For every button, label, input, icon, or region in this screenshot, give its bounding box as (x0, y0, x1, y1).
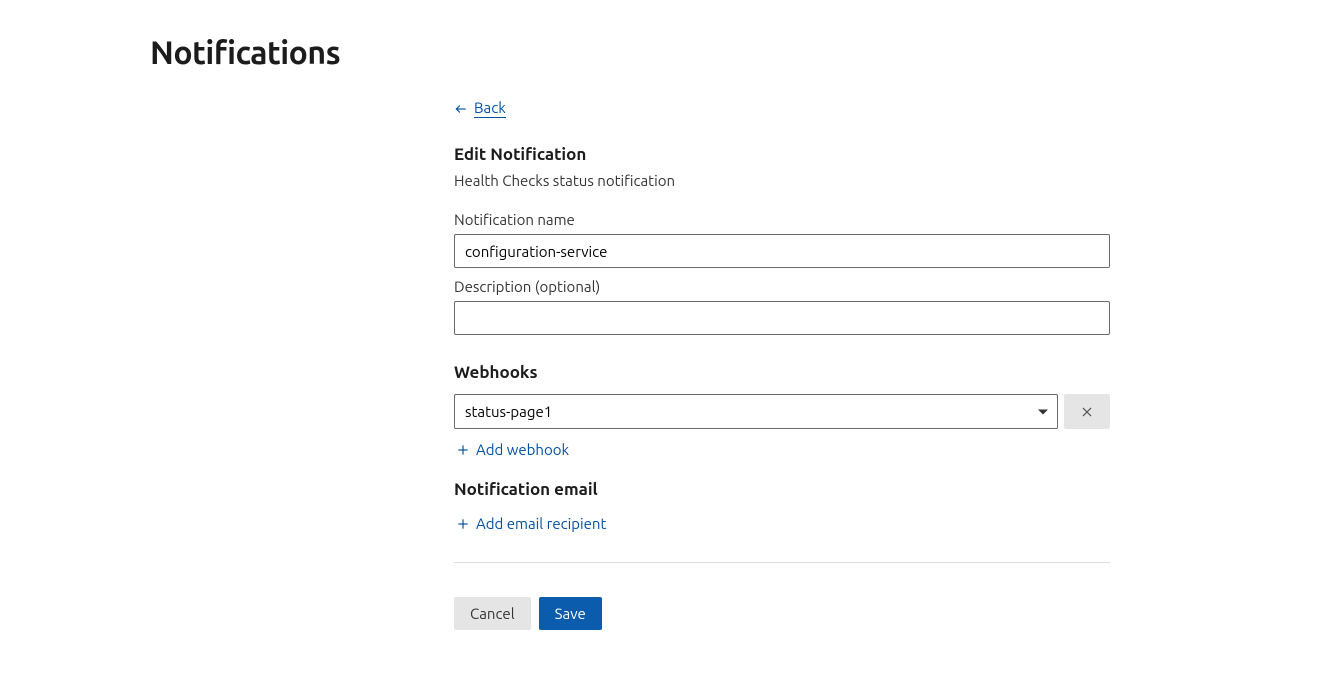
save-button[interactable]: Save (539, 597, 602, 630)
add-webhook-label: Add webhook (476, 441, 569, 458)
notification-name-label: Notification name (454, 211, 1110, 228)
webhooks-heading: Webhooks (454, 363, 1110, 382)
page-title: Notifications (150, 35, 1322, 71)
cancel-button[interactable]: Cancel (454, 597, 531, 630)
description-label: Description (optional) (454, 278, 1110, 295)
back-link[interactable]: Back (454, 99, 506, 119)
plus-icon (456, 443, 470, 457)
add-webhook-button[interactable]: Add webhook (456, 437, 569, 462)
webhook-select-wrap: status-page1 (454, 394, 1058, 429)
form-subtitle: Health Checks status notification (454, 172, 1110, 189)
remove-webhook-button[interactable] (1064, 394, 1110, 429)
webhook-select[interactable]: status-page1 (454, 394, 1058, 429)
divider (454, 562, 1110, 563)
add-email-label: Add email recipient (476, 515, 606, 532)
form-heading: Edit Notification (454, 145, 1110, 164)
email-heading: Notification email (454, 480, 1110, 499)
form-actions: Cancel Save (454, 597, 1110, 630)
back-link-label: Back (474, 99, 506, 118)
add-email-button[interactable]: Add email recipient (456, 511, 606, 536)
arrow-left-icon (454, 102, 468, 116)
notification-name-input[interactable] (454, 234, 1110, 268)
description-input[interactable] (454, 301, 1110, 335)
edit-notification-panel: Back Edit Notification Health Checks sta… (454, 99, 1110, 630)
close-icon (1080, 405, 1094, 419)
webhook-row: status-page1 (454, 394, 1110, 429)
plus-icon (456, 517, 470, 531)
